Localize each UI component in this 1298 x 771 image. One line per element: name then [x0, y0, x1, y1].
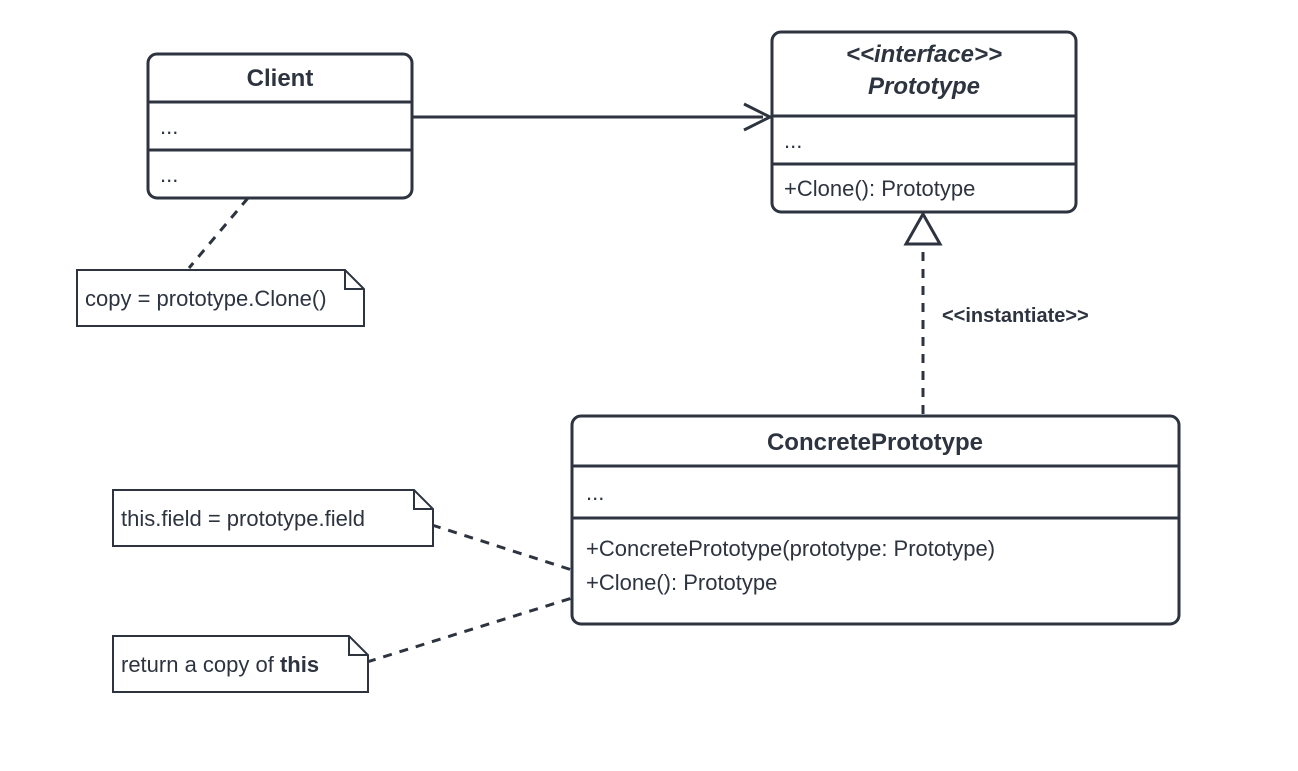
note-return-bold: this — [280, 652, 319, 677]
concrete-op1: +ConcretePrototype(prototype: Prototype) — [586, 536, 995, 561]
class-prototype: <<interface>> Prototype ... +Clone(): Pr… — [772, 32, 1076, 212]
note-field-copy: this.field = prototype.field — [113, 490, 433, 546]
prototype-stereotype: <<interface>> — [846, 41, 1002, 68]
note-return-this-text: return a copy of this — [121, 652, 319, 677]
note-return-prefix: return a copy of — [121, 652, 280, 677]
class-concrete-prototype: ConcretePrototype ... +ConcretePrototype… — [572, 416, 1179, 624]
client-attrs: ... — [160, 114, 178, 139]
note-clone-call-text: copy = prototype.Clone() — [85, 286, 327, 311]
note-clone-call: copy = prototype.Clone() — [77, 270, 364, 326]
assoc-client-prototype — [412, 104, 770, 130]
prototype-attrs: ... — [784, 128, 802, 153]
concrete-title: ConcretePrototype — [767, 429, 983, 456]
client-ops: ... — [160, 162, 178, 187]
class-client: Client ... ... — [148, 54, 412, 198]
client-title: Client — [247, 65, 314, 92]
note-return-this: return a copy of this — [113, 636, 368, 692]
prototype-title: Prototype — [868, 73, 980, 100]
note-field-copy-text: this.field = prototype.field — [121, 506, 365, 531]
prototype-ops: +Clone(): Prototype — [784, 176, 975, 201]
concrete-op2: +Clone(): Prototype — [586, 570, 777, 595]
realize-concrete-prototype — [906, 214, 940, 414]
uml-diagram: <<instantiate>> Client ... ... <<interfa… — [0, 0, 1298, 771]
instantiate-label: <<instantiate>> — [942, 305, 1089, 327]
note-link-2 — [432, 525, 572, 570]
note-link-3 — [367, 598, 572, 662]
note-link-1 — [189, 198, 248, 268]
concrete-attrs: ... — [586, 480, 604, 505]
